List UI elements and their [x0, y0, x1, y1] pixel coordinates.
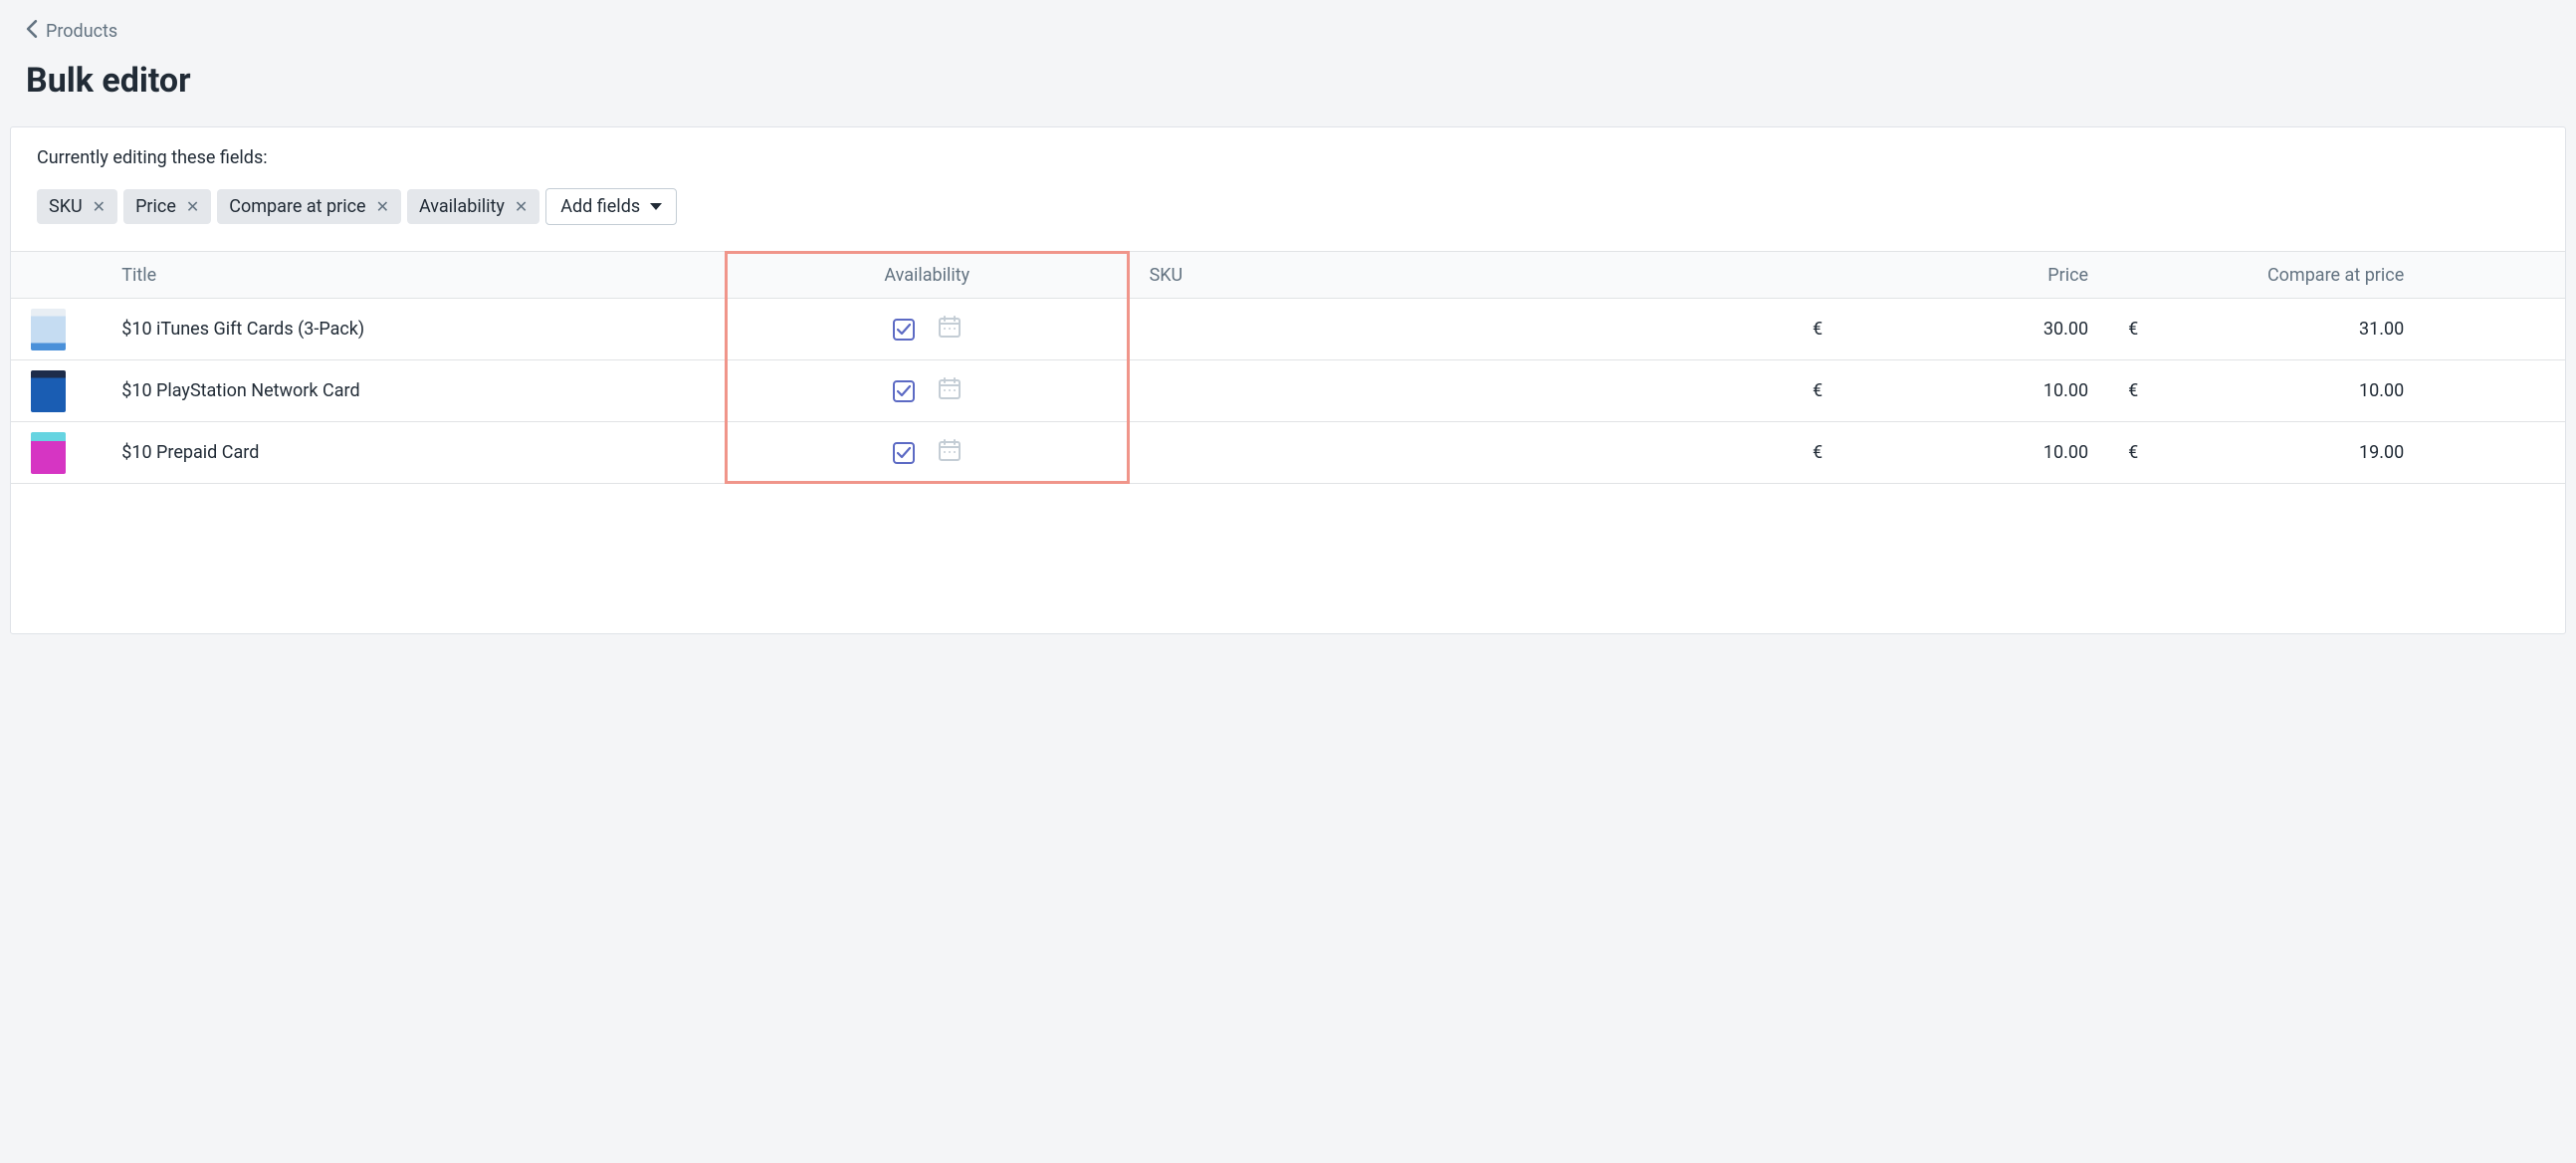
cell-title[interactable]: $10 Prepaid Card [111, 422, 725, 484]
table-row: $10 Prepaid Card [11, 422, 2565, 484]
col-title: Title [111, 252, 725, 299]
cell-compare[interactable]: € 31.00 [2108, 299, 2424, 360]
currency-symbol: € [1813, 380, 1823, 401]
currency-symbol: € [1813, 319, 1823, 340]
currency-symbol: € [2128, 442, 2138, 463]
chips-row: SKU ✕ Price ✕ Compare at price ✕ Availab… [37, 188, 2539, 225]
currency-symbol: € [2128, 319, 2138, 340]
close-icon[interactable]: ✕ [515, 199, 528, 215]
chip-compare-at-price[interactable]: Compare at price ✕ [217, 189, 401, 224]
availability-checkbox[interactable] [893, 380, 915, 402]
chip-label: SKU [49, 196, 83, 217]
cell-price[interactable]: € 10.00 [1793, 360, 2108, 422]
cell-availability [725, 299, 1130, 360]
compare-value: 19.00 [2359, 442, 2404, 463]
cell-sku[interactable] [1130, 422, 1793, 484]
compare-value: 10.00 [2359, 380, 2404, 401]
close-icon[interactable]: ✕ [93, 199, 106, 215]
cell-thumb [11, 299, 111, 360]
chips-section: Currently editing these fields: SKU ✕ Pr… [11, 127, 2565, 251]
price-value: 10.00 [2043, 380, 2088, 401]
table-header-row: Title Availability SKU Price Compare at … [11, 252, 2565, 299]
bulk-table: Title Availability SKU Price Compare at … [11, 251, 2565, 484]
col-price: Price [1793, 252, 2108, 299]
cell-availability [725, 360, 1130, 422]
table-container: Title Availability SKU Price Compare at … [11, 251, 2565, 484]
availability-checkbox[interactable] [893, 442, 915, 464]
price-value: 10.00 [2043, 442, 2088, 463]
calendar-icon[interactable] [939, 439, 961, 466]
product-thumbnail [31, 370, 66, 412]
chip-sku[interactable]: SKU ✕ [37, 189, 117, 224]
cell-price[interactable]: € 30.00 [1793, 299, 2108, 360]
calendar-icon[interactable] [939, 377, 961, 404]
caret-down-icon [650, 203, 662, 210]
col-availability: Availability [725, 252, 1130, 299]
cell-thumb [11, 422, 111, 484]
cell-thumb [11, 360, 111, 422]
chevron-left-icon [26, 20, 38, 43]
cell-availability [725, 422, 1130, 484]
product-thumbnail [31, 432, 66, 474]
calendar-icon[interactable] [939, 316, 961, 343]
editor-card: Currently editing these fields: SKU ✕ Pr… [10, 126, 2566, 634]
chip-availability[interactable]: Availability ✕ [407, 189, 539, 224]
cell-compare[interactable]: € 10.00 [2108, 360, 2424, 422]
editing-fields-label: Currently editing these fields: [37, 147, 2539, 168]
table-row: $10 PlayStation Network Card [11, 360, 2565, 422]
cell-price[interactable]: € 10.00 [1793, 422, 2108, 484]
cell-title[interactable]: $10 iTunes Gift Cards (3-Pack) [111, 299, 725, 360]
page-title: Bulk editor [26, 61, 2550, 101]
compare-value: 31.00 [2359, 319, 2404, 340]
table-row: $10 iTunes Gift Cards (3-Pack) [11, 299, 2565, 360]
col-compare: Compare at price [2108, 252, 2424, 299]
product-thumbnail [31, 309, 66, 350]
card-spacer [11, 484, 2565, 633]
cell-sku[interactable] [1130, 360, 1793, 422]
currency-symbol: € [2128, 380, 2138, 401]
page-root: Products Bulk editor Currently editing t… [0, 0, 2576, 1163]
currency-symbol: € [1813, 442, 1823, 463]
cell-sku[interactable] [1130, 299, 1793, 360]
price-value: 30.00 [2043, 319, 2088, 340]
add-fields-label: Add fields [560, 196, 640, 217]
cell-end [2424, 299, 2565, 360]
col-sku: SKU [1130, 252, 1793, 299]
col-thumb [11, 252, 111, 299]
chip-label: Compare at price [229, 196, 365, 217]
close-icon[interactable]: ✕ [376, 199, 389, 215]
cell-title[interactable]: $10 PlayStation Network Card [111, 360, 725, 422]
chip-label: Availability [419, 196, 505, 217]
add-fields-button[interactable]: Add fields [545, 188, 677, 225]
close-icon[interactable]: ✕ [186, 199, 199, 215]
breadcrumb[interactable]: Products [26, 20, 2550, 43]
cell-compare[interactable]: € 19.00 [2108, 422, 2424, 484]
breadcrumb-label: Products [46, 21, 117, 42]
cell-end [2424, 422, 2565, 484]
table-body: $10 iTunes Gift Cards (3-Pack) [11, 299, 2565, 484]
header-area: Products Bulk editor [0, 0, 2576, 101]
col-end [2424, 252, 2565, 299]
chip-label: Price [135, 196, 176, 217]
cell-end [2424, 360, 2565, 422]
chip-price[interactable]: Price ✕ [123, 189, 211, 224]
availability-checkbox[interactable] [893, 319, 915, 341]
